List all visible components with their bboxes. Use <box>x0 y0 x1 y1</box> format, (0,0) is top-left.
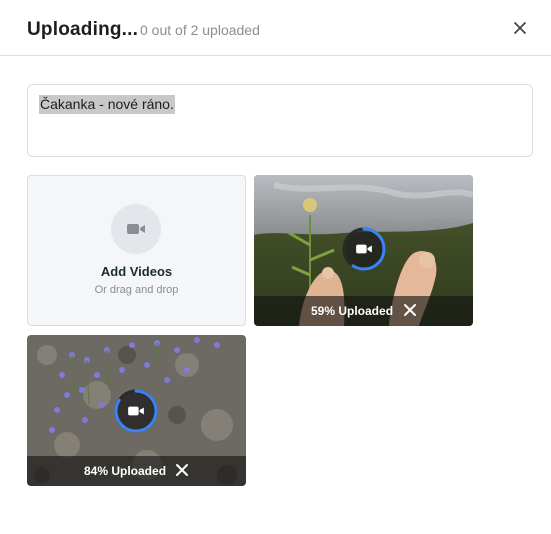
add-video-icon-circle <box>111 204 161 254</box>
upload-progress-bar: 59% Uploaded <box>254 296 473 326</box>
dialog-title: Uploading... <box>27 19 139 40</box>
remove-upload-close-icon[interactable] <box>403 303 417 317</box>
drag-drop-hint: Or drag and drop <box>94 284 179 296</box>
upload-progress-ring <box>112 387 160 435</box>
post-text-value: Čakanka - nové ráno. <box>39 95 175 114</box>
upload-count-status: 0 out of 2 uploaded <box>140 22 260 38</box>
remove-upload-close-icon[interactable] <box>175 463 189 477</box>
upload-progress-label: 84% Uploaded <box>84 464 167 478</box>
upload-progress-bar: 84% Uploaded <box>27 456 246 486</box>
upload-progress-ring <box>340 225 388 273</box>
post-text-input[interactable]: Čakanka - nové ráno. <box>27 84 533 157</box>
video-camera-icon <box>128 406 144 416</box>
upload-dialog: Uploading... 0 out of 2 uploaded Čakanka… <box>0 0 551 534</box>
upload-progress-label: 59% Uploaded <box>311 304 394 318</box>
video-camera-icon <box>356 244 372 254</box>
add-videos-button[interactable]: Add Videos Or drag and drop <box>27 175 246 326</box>
dialog-header: Uploading... 0 out of 2 uploaded <box>0 0 551 56</box>
video-camera-icon <box>127 224 145 234</box>
video-upload-tile: 84% Uploaded <box>27 335 246 486</box>
close-button[interactable] <box>509 17 531 39</box>
add-videos-label: Add Videos <box>100 264 173 279</box>
close-icon <box>514 22 526 34</box>
video-upload-tile: 59% Uploaded <box>254 175 473 326</box>
